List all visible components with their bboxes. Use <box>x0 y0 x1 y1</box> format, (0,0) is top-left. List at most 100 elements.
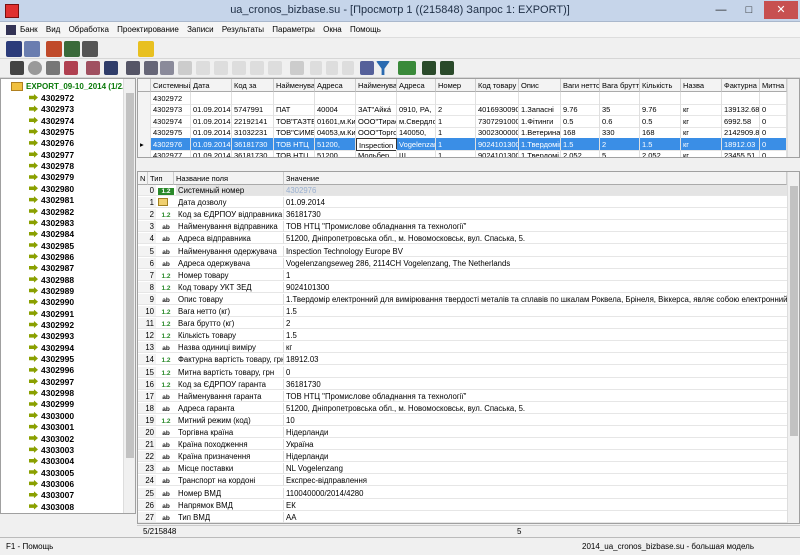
tree-node[interactable]: 4302999 <box>29 399 74 410</box>
tree-node[interactable]: 4303005 <box>29 468 74 479</box>
tree-node[interactable]: 4302976 <box>29 138 74 149</box>
detail-column-header[interactable]: Тип <box>148 172 174 185</box>
chart-icon[interactable] <box>398 61 416 75</box>
field-value[interactable]: 4302976 <box>284 185 787 196</box>
column-header[interactable]: Кількість <box>640 79 681 92</box>
link-icon[interactable] <box>126 61 140 75</box>
tree-node[interactable]: 4303002 <box>29 434 74 445</box>
column-header[interactable]: Адреса <box>315 79 356 92</box>
tree-node[interactable]: 4302997 <box>29 377 74 388</box>
tree-node[interactable]: 4302994 <box>29 343 74 354</box>
row-indicator[interactable] <box>138 149 151 157</box>
tree-node[interactable]: 4302993 <box>29 331 74 342</box>
maximize-button[interactable]: □ <box>736 1 762 19</box>
prev-record-icon[interactable] <box>326 61 338 75</box>
detail-column-header[interactable]: N <box>138 172 148 185</box>
table-cell[interactable]: 36181730 <box>232 149 274 157</box>
field-value[interactable]: Inspection Technology Europe BV <box>284 246 787 257</box>
field-value[interactable]: 36181730 <box>284 209 787 221</box>
delete-icon[interactable] <box>290 61 304 75</box>
column-header[interactable]: Ваги нетто <box>561 79 600 92</box>
field-value[interactable]: 1.5 <box>284 306 787 317</box>
column-header[interactable]: Фактурна <box>722 79 760 92</box>
filter-records-icon[interactable] <box>64 61 78 75</box>
table-cell[interactable]: 5 <box>600 149 640 157</box>
sort-icon[interactable] <box>46 61 60 75</box>
tree-node[interactable]: 4302981 <box>29 195 74 206</box>
menu-design[interactable]: Проектирование <box>114 22 182 38</box>
filter-icon[interactable] <box>376 61 390 75</box>
field-value[interactable]: ТОВ НТЦ "Промислове обладнання та технол… <box>284 391 787 402</box>
tree-node[interactable]: 4302998 <box>29 388 74 399</box>
record-tree[interactable]: EXPORT_09-10_2014 (1/2... 4302972 4302973… <box>0 78 136 514</box>
record-icon[interactable] <box>64 41 80 57</box>
cancel-icon[interactable] <box>28 61 42 75</box>
tree-node[interactable]: 4302990 <box>29 297 74 308</box>
tree-node[interactable]: 4302975 <box>29 127 74 138</box>
menu-help[interactable]: Помощь <box>347 22 384 38</box>
tree-node[interactable]: 4302982 <box>29 207 74 218</box>
tree-node[interactable]: 4302980 <box>29 184 74 195</box>
table-cell[interactable]: Мольбер <box>356 149 397 157</box>
duplicate-icon[interactable] <box>268 61 282 75</box>
new-record-icon[interactable] <box>196 61 210 75</box>
tree-node[interactable]: 4302996 <box>29 365 74 376</box>
column-header[interactable]: Назва <box>681 79 722 92</box>
tree-node[interactable]: 4302974 <box>29 116 74 127</box>
table-cell[interactable]: кг <box>681 149 722 157</box>
tree-node[interactable]: 4302977 <box>29 150 74 161</box>
tree-node[interactable]: 4303003 <box>29 445 74 456</box>
record-detail-grid[interactable]: N Тип Название поля Значение 0 1.2 Системный н… <box>137 171 800 524</box>
menu-records[interactable]: Записи <box>184 22 217 38</box>
detail-column-header[interactable]: Значение <box>284 172 787 185</box>
calendar-icon[interactable] <box>360 61 374 75</box>
tree-node[interactable]: 4302978 <box>29 161 74 172</box>
menu-view[interactable]: Вид <box>43 22 63 38</box>
field-value[interactable]: Експрес-відправлення <box>284 475 787 487</box>
tree-node[interactable]: 4302989 <box>29 286 74 297</box>
import-icon[interactable] <box>440 61 454 75</box>
tree-scroll-thumb[interactable] <box>126 93 134 458</box>
field-value[interactable]: 2 <box>284 318 787 330</box>
column-header[interactable]: Митна <box>760 79 787 92</box>
tree-node[interactable]: 4302987 <box>29 263 74 274</box>
tree-node[interactable]: 4302979 <box>29 172 74 183</box>
tree-node[interactable]: 4302991 <box>29 309 74 320</box>
detail-scroll-thumb[interactable] <box>790 186 798 436</box>
column-header[interactable]: Системный <box>151 79 191 92</box>
column-header[interactable]: Адреса <box>397 79 436 92</box>
field-value[interactable]: Україна <box>284 439 787 451</box>
field-value[interactable]: 1 <box>284 270 787 281</box>
field-value[interactable]: 9024101300 <box>284 282 787 293</box>
field-value[interactable]: ТОВ НТЦ "Промислове обладнання та технол… <box>284 221 787 233</box>
paste-icon[interactable] <box>250 61 264 75</box>
tree-node[interactable]: 4303004 <box>29 456 74 467</box>
column-header[interactable]: Дата <box>191 79 232 92</box>
field-value[interactable]: 51200, Дніпропетровська обл., м. Новомос… <box>284 403 787 414</box>
field-value[interactable]: 10 <box>284 415 787 426</box>
column-header[interactable]: Опис <box>519 79 561 92</box>
copy-icon[interactable] <box>104 61 118 75</box>
field-value[interactable]: кг <box>284 342 787 354</box>
detail-column-header[interactable]: Название поля <box>174 172 284 185</box>
field-value[interactable]: 110040000/2014/4280 <box>284 488 787 499</box>
print-icon[interactable] <box>82 41 98 57</box>
menu-processing[interactable]: Обработка <box>66 22 112 38</box>
menu-windows[interactable]: Окна <box>320 22 345 38</box>
help-icon[interactable] <box>138 41 154 57</box>
field-value[interactable]: ЕК <box>284 500 787 511</box>
unlink-icon[interactable] <box>144 61 158 75</box>
undo-icon[interactable] <box>178 61 192 75</box>
column-header[interactable]: Код за <box>232 79 274 92</box>
field-value[interactable]: АА <box>284 512 787 523</box>
grid-corner[interactable] <box>138 79 151 92</box>
column-header[interactable]: Номер <box>436 79 476 92</box>
column-header[interactable]: Код товару <box>476 79 519 92</box>
field-value[interactable]: 51200, Дніпропетровська обл., м. Новомос… <box>284 233 787 245</box>
column-header[interactable]: Найменуван <box>356 79 397 92</box>
table-cell[interactable]: 2.052 <box>640 149 681 157</box>
edit-record-icon[interactable] <box>214 61 228 75</box>
column-header[interactable]: Найменуван <box>274 79 315 92</box>
tree-node[interactable]: 4302985 <box>29 241 74 252</box>
tree-root[interactable]: EXPORT_09-10_2014 (1/2... <box>5 82 129 93</box>
